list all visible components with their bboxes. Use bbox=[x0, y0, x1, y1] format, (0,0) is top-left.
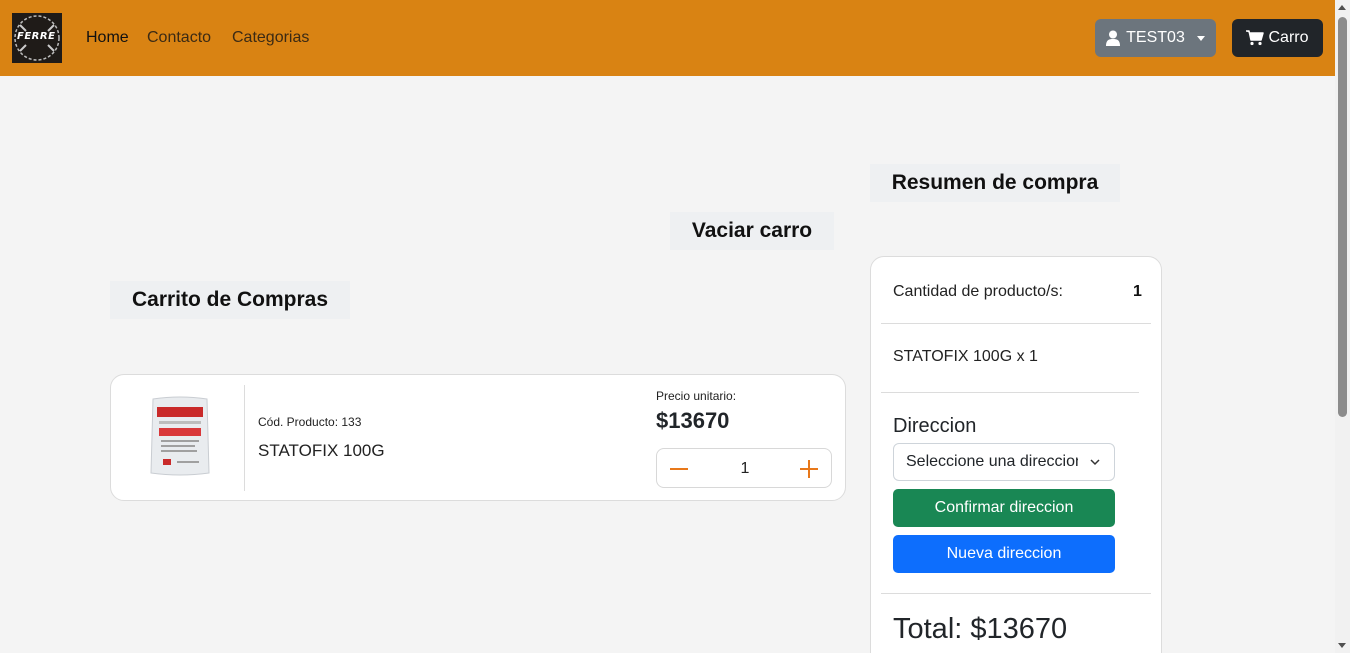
scroll-down-icon[interactable] bbox=[1338, 643, 1346, 648]
scroll-thumb[interactable] bbox=[1338, 17, 1347, 417]
plus-icon[interactable] bbox=[797, 457, 821, 481]
nav-link-categorias[interactable]: Categorias bbox=[232, 29, 309, 47]
brand-logo[interactable]: FERRE bbox=[12, 13, 62, 63]
page-scrollbar[interactable] bbox=[1335, 0, 1350, 653]
unit-price-label: Precio unitario: bbox=[656, 389, 737, 403]
product-name: STATOFIX 100G bbox=[258, 441, 385, 460]
cart-item-card: Cód. Producto: 133 STATOFIX 100G Precio … bbox=[110, 374, 846, 501]
confirm-address-button[interactable]: Confirmar direccion bbox=[893, 489, 1115, 527]
summary-qty-label: Cantidad de producto/s: bbox=[893, 283, 1063, 300]
navbar: FERRE Home Contacto Categorias TEST03 Ca… bbox=[0, 0, 1335, 76]
item-divider bbox=[244, 385, 245, 491]
new-address-button[interactable]: Nueva direccion bbox=[893, 535, 1115, 573]
summary-divider bbox=[881, 323, 1151, 324]
logo-text: FERRE bbox=[17, 31, 56, 42]
cart-icon bbox=[1246, 30, 1265, 46]
scroll-up-icon[interactable] bbox=[1338, 5, 1346, 10]
summary-line-item: STATOFIX 100G x 1 bbox=[893, 348, 1038, 365]
summary-title: Resumen de compra bbox=[870, 164, 1120, 202]
summary-qty-value: 1 bbox=[1133, 283, 1142, 300]
cart-title: Carrito de Compras bbox=[110, 281, 350, 319]
nav-link-contacto[interactable]: Contacto bbox=[147, 29, 211, 47]
quantity-value[interactable]: 1 bbox=[727, 460, 763, 478]
summary-divider bbox=[881, 593, 1151, 594]
product-image bbox=[149, 395, 211, 477]
quantity-stepper: 1 bbox=[656, 448, 832, 488]
nav-link-home[interactable]: Home bbox=[86, 29, 129, 47]
user-menu-button[interactable]: TEST03 bbox=[1095, 19, 1216, 57]
caret-down-icon bbox=[1196, 35, 1205, 41]
address-select[interactable]: Seleccione una direccion bbox=[893, 443, 1115, 481]
user-name: TEST03 bbox=[1126, 29, 1185, 46]
minus-icon[interactable] bbox=[667, 457, 691, 481]
address-select-value: Seleccione una direccion bbox=[906, 453, 1078, 470]
order-total: Total: $13670 bbox=[893, 613, 1068, 645]
user-icon bbox=[1106, 30, 1121, 46]
address-label: Direccion bbox=[893, 415, 977, 437]
cart-label: Carro bbox=[1268, 29, 1309, 46]
product-price: $13670 bbox=[656, 408, 730, 433]
empty-cart-button[interactable]: Vaciar carro bbox=[670, 212, 834, 250]
summary-card: Cantidad de producto/s: 1 STATOFIX 100G … bbox=[870, 256, 1162, 653]
cart-button[interactable]: Carro bbox=[1232, 19, 1323, 57]
chevron-down-icon bbox=[1090, 459, 1100, 466]
product-code: Cód. Producto: 133 bbox=[258, 415, 362, 429]
summary-divider bbox=[881, 392, 1139, 393]
